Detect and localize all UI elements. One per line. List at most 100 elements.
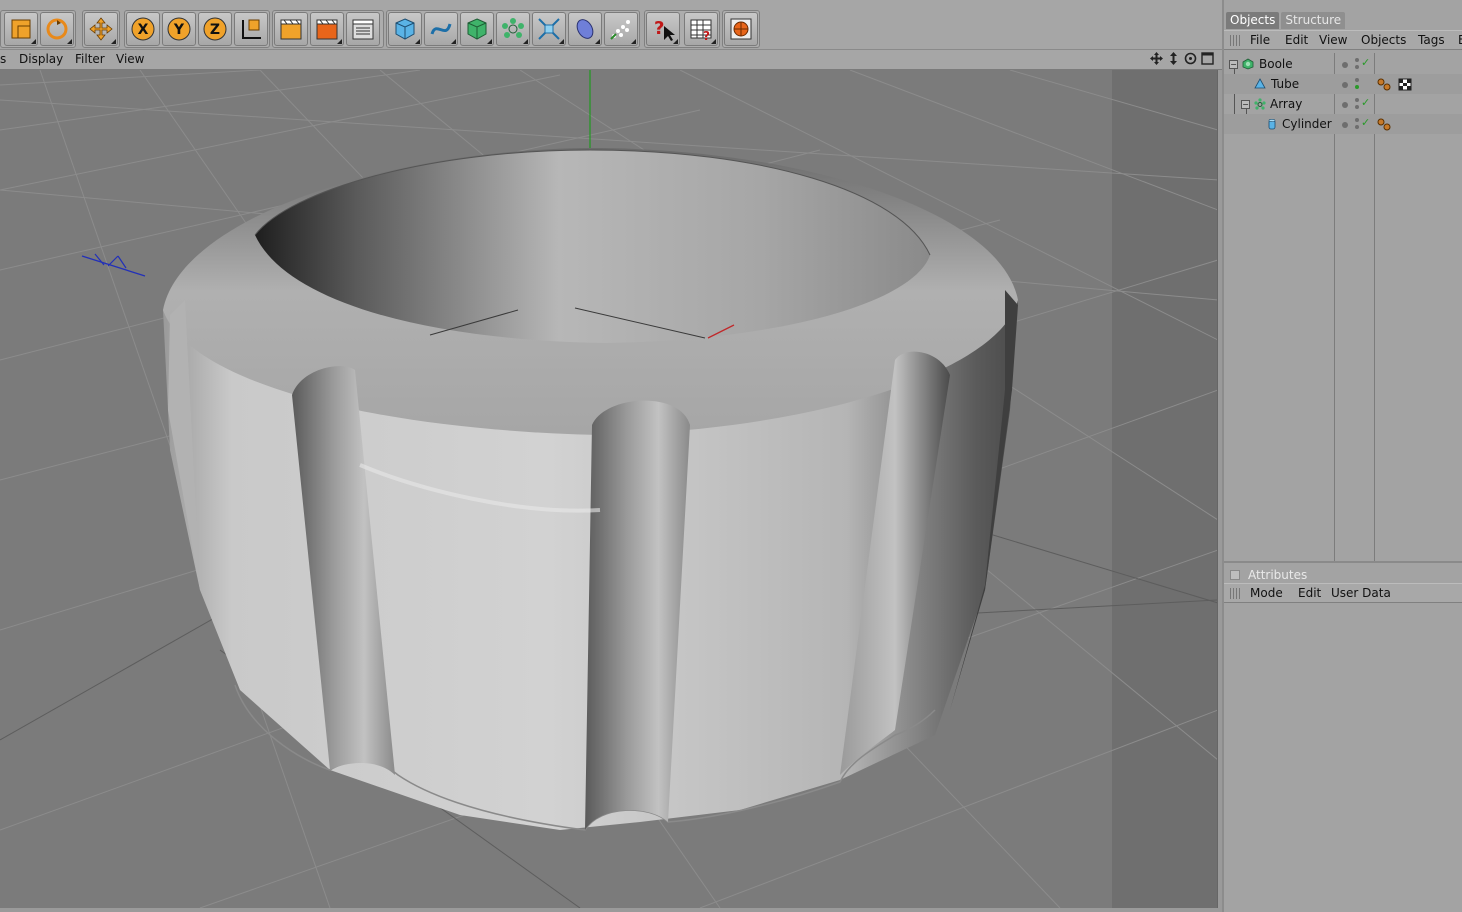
- y-axis-button[interactable]: Y: [162, 12, 196, 46]
- svg-text:?: ?: [703, 29, 710, 42]
- viewport-menu-display[interactable]: Display: [19, 52, 63, 66]
- object-name[interactable]: Boole: [1259, 57, 1293, 71]
- attributes-menu-user-data[interactable]: User Data: [1331, 586, 1391, 600]
- x-axis-button[interactable]: X: [126, 12, 160, 46]
- rotate-icon[interactable]: [1184, 52, 1197, 65]
- make-editable-icon: [11, 19, 31, 39]
- viewport-menu-filter[interactable]: Filter: [75, 52, 105, 66]
- deformer-button[interactable]: [532, 12, 566, 46]
- objects-menu-tags[interactable]: Tags: [1418, 33, 1445, 47]
- array-icon: [502, 18, 524, 38]
- render-settings-icon: [352, 19, 374, 40]
- object-manager-list[interactable]: − Boole ✓ Tube − Array ✓ Cylinder ✓: [1224, 53, 1462, 563]
- 3d-viewport[interactable]: [0, 70, 1218, 908]
- collapse-icon[interactable]: −: [1241, 100, 1250, 109]
- objects-menu-edit[interactable]: Edit: [1285, 33, 1308, 47]
- web-icon: [730, 18, 752, 40]
- phong-tag-icon[interactable]: [1377, 118, 1391, 131]
- objects-menu-view[interactable]: View: [1319, 33, 1347, 47]
- viewport-nav-icons: [1150, 52, 1214, 65]
- enabled-check-icon[interactable]: ✓: [1361, 116, 1370, 129]
- object-row-boole[interactable]: − Boole ✓: [1224, 54, 1462, 74]
- web-button[interactable]: [724, 12, 758, 46]
- help-pointer-icon: ?: [654, 18, 675, 41]
- viewport-menu-cameras[interactable]: s: [0, 52, 6, 66]
- svg-text:?: ?: [654, 18, 664, 39]
- attributes-title: Attributes: [1248, 568, 1308, 582]
- svg-text:Y: Y: [173, 22, 185, 38]
- make-editable-button[interactable]: [4, 12, 38, 46]
- attributes-menu-mode[interactable]: Mode: [1250, 586, 1283, 600]
- move-icon: [89, 17, 113, 41]
- enabled-check-icon[interactable]: ✓: [1361, 56, 1370, 69]
- object-row-cylinder[interactable]: Cylinder ✓: [1224, 114, 1462, 134]
- attributes-checkbox[interactable]: [1230, 570, 1240, 580]
- editor-visibility-dot[interactable]: [1342, 82, 1348, 88]
- spline-button[interactable]: [424, 12, 458, 46]
- objects-panel-tabs: Objects Structure: [1226, 12, 1346, 29]
- timeline-icon: ?: [690, 19, 712, 42]
- help-pointer-button[interactable]: ?: [646, 12, 680, 46]
- objects-menu-bookmarks[interactable]: B: [1458, 33, 1462, 47]
- viewport-canvas: [0, 70, 1217, 908]
- array-button[interactable]: [496, 12, 530, 46]
- viewport-menubar: s Display Filter View: [0, 50, 1222, 70]
- render-to-picture-viewer-icon: [316, 19, 338, 40]
- tab-structure[interactable]: Structure: [1281, 12, 1346, 29]
- texture-tag-icon[interactable]: [1398, 78, 1412, 91]
- cinema4d-window: X Y Z ? ? s Display Filter View Objects …: [0, 0, 1462, 912]
- enabled-check-icon[interactable]: ✓: [1361, 96, 1370, 109]
- particle-button[interactable]: [604, 12, 638, 46]
- scene-icon: [576, 19, 594, 39]
- cylinder-icon: [1268, 118, 1276, 130]
- live-select-icon: [46, 18, 68, 40]
- pan-icon[interactable]: [1150, 52, 1163, 65]
- main-toolbar: X Y Z ? ?: [0, 0, 1222, 50]
- array-icon: [1254, 98, 1266, 110]
- render-to-picture-viewer-button[interactable]: [310, 12, 344, 46]
- scene-button[interactable]: [568, 12, 602, 46]
- maximize-icon[interactable]: [1201, 52, 1214, 65]
- y-axis-icon: Y: [167, 17, 191, 41]
- object-name[interactable]: Array: [1270, 97, 1302, 111]
- cube-primitive-icon: [395, 18, 415, 40]
- coordinate-system-icon: [242, 19, 261, 39]
- right-dock: Objects Structure File Edit View Objects…: [1222, 0, 1462, 912]
- objects-menu-file[interactable]: File: [1250, 33, 1270, 47]
- dolly-icon[interactable]: [1167, 52, 1180, 65]
- deformer-icon: [538, 18, 560, 40]
- tube-icon: [1254, 78, 1266, 89]
- collapse-icon[interactable]: −: [1229, 60, 1238, 69]
- generator-button[interactable]: [460, 12, 494, 46]
- tab-objects[interactable]: Objects: [1226, 12, 1280, 29]
- editor-visibility-dot[interactable]: [1342, 122, 1348, 128]
- panel-grip-icon[interactable]: [1230, 588, 1240, 599]
- boole-icon: [1242, 58, 1254, 70]
- object-name[interactable]: Cylinder: [1282, 117, 1332, 131]
- object-row-tube[interactable]: Tube: [1224, 74, 1462, 94]
- render-settings-button[interactable]: [346, 12, 380, 46]
- object-name[interactable]: Tube: [1271, 77, 1299, 91]
- objects-menu-objects[interactable]: Objects: [1361, 33, 1406, 47]
- z-axis-button[interactable]: Z: [198, 12, 232, 46]
- editor-visibility-dot[interactable]: [1342, 62, 1348, 68]
- attributes-menubar: Mode Edit User Data: [1224, 583, 1462, 603]
- viewport-menu-view[interactable]: View: [116, 52, 144, 66]
- object-row-array[interactable]: − Array ✓: [1224, 94, 1462, 114]
- live-select-button[interactable]: [40, 12, 74, 46]
- cube-primitive-button[interactable]: [388, 12, 422, 46]
- objects-menubar: File Edit View Objects Tags B: [1224, 30, 1462, 50]
- render-active-view-icon: [280, 19, 302, 40]
- spline-icon: [430, 23, 452, 35]
- timeline-button[interactable]: ?: [684, 12, 718, 46]
- render-active-view-button[interactable]: [274, 12, 308, 46]
- generator-icon: [467, 18, 487, 40]
- editor-visibility-dot[interactable]: [1342, 102, 1348, 108]
- svg-text:X: X: [138, 22, 149, 38]
- attributes-menu-edit[interactable]: Edit: [1298, 586, 1321, 600]
- particle-icon: [610, 20, 630, 40]
- coordinate-system-button[interactable]: [234, 12, 268, 46]
- move-button[interactable]: [84, 12, 118, 46]
- phong-tag-icon[interactable]: [1377, 78, 1391, 91]
- panel-grip-icon[interactable]: [1230, 35, 1240, 46]
